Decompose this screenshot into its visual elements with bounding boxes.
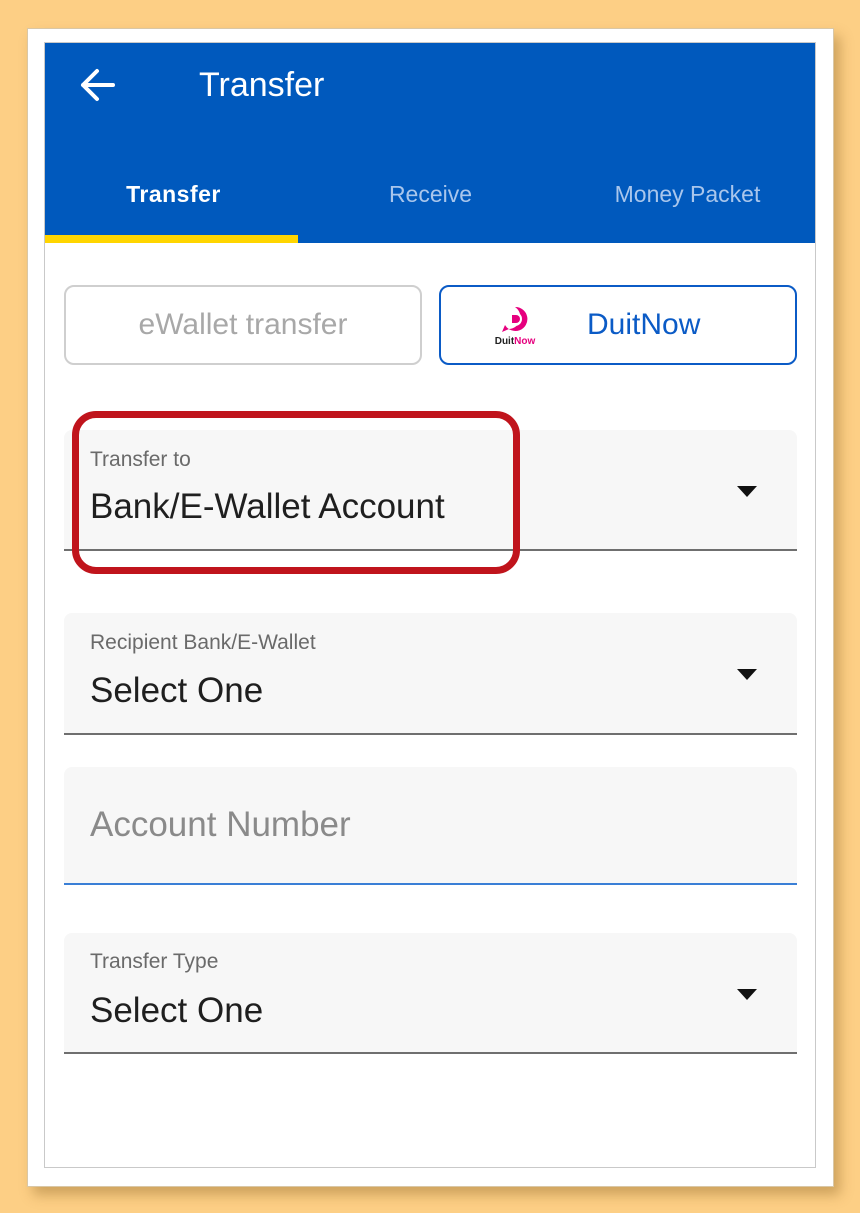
transfer-to-label: Transfer to bbox=[90, 448, 191, 471]
app-bar: Transfer Transfer Receive Money Packet bbox=[45, 43, 815, 243]
page-title: Transfer bbox=[199, 66, 325, 104]
account-number-input[interactable]: Account Number bbox=[64, 767, 797, 885]
account-number-placeholder: Account Number bbox=[90, 805, 351, 844]
transfer-to-select[interactable]: Transfer to Bank/E-Wallet Account bbox=[64, 430, 797, 551]
dropdown-caret-icon bbox=[737, 669, 757, 680]
duitnow-label: DuitNow bbox=[587, 308, 701, 341]
transfer-type-label: Transfer Type bbox=[90, 950, 219, 973]
dropdown-caret-icon bbox=[737, 486, 757, 497]
recipient-bank-value: Select One bbox=[90, 671, 264, 710]
field-underline bbox=[64, 549, 797, 551]
ewallet-transfer-button[interactable]: eWallet transfer bbox=[64, 285, 422, 365]
field-underline-focused bbox=[64, 883, 797, 885]
tab-money-packet[interactable]: Money Packet bbox=[559, 171, 815, 217]
active-tab-indicator bbox=[45, 235, 298, 243]
app-screen: Transfer Transfer Receive Money Packet e… bbox=[44, 42, 816, 1168]
arrow-left-icon bbox=[81, 69, 115, 101]
transfer-type-select[interactable]: Transfer Type Select One bbox=[64, 933, 797, 1054]
duitnow-button[interactable]: DuitNow DuitNow bbox=[439, 285, 797, 365]
recipient-bank-select[interactable]: Recipient Bank/E-Wallet Select One bbox=[64, 613, 797, 735]
ewallet-transfer-label: eWallet transfer bbox=[138, 308, 348, 341]
field-underline bbox=[64, 1052, 797, 1054]
tab-transfer[interactable]: Transfer bbox=[45, 171, 302, 217]
duitnow-logo-icon: DuitNow bbox=[485, 303, 545, 351]
tab-receive[interactable]: Receive bbox=[302, 171, 559, 217]
field-underline bbox=[64, 733, 797, 735]
dropdown-caret-icon bbox=[737, 989, 757, 1000]
back-button[interactable] bbox=[75, 63, 119, 107]
transfer-type-value: Select One bbox=[90, 991, 264, 1030]
recipient-bank-label: Recipient Bank/E-Wallet bbox=[90, 631, 316, 654]
transfer-to-value: Bank/E-Wallet Account bbox=[90, 487, 445, 526]
